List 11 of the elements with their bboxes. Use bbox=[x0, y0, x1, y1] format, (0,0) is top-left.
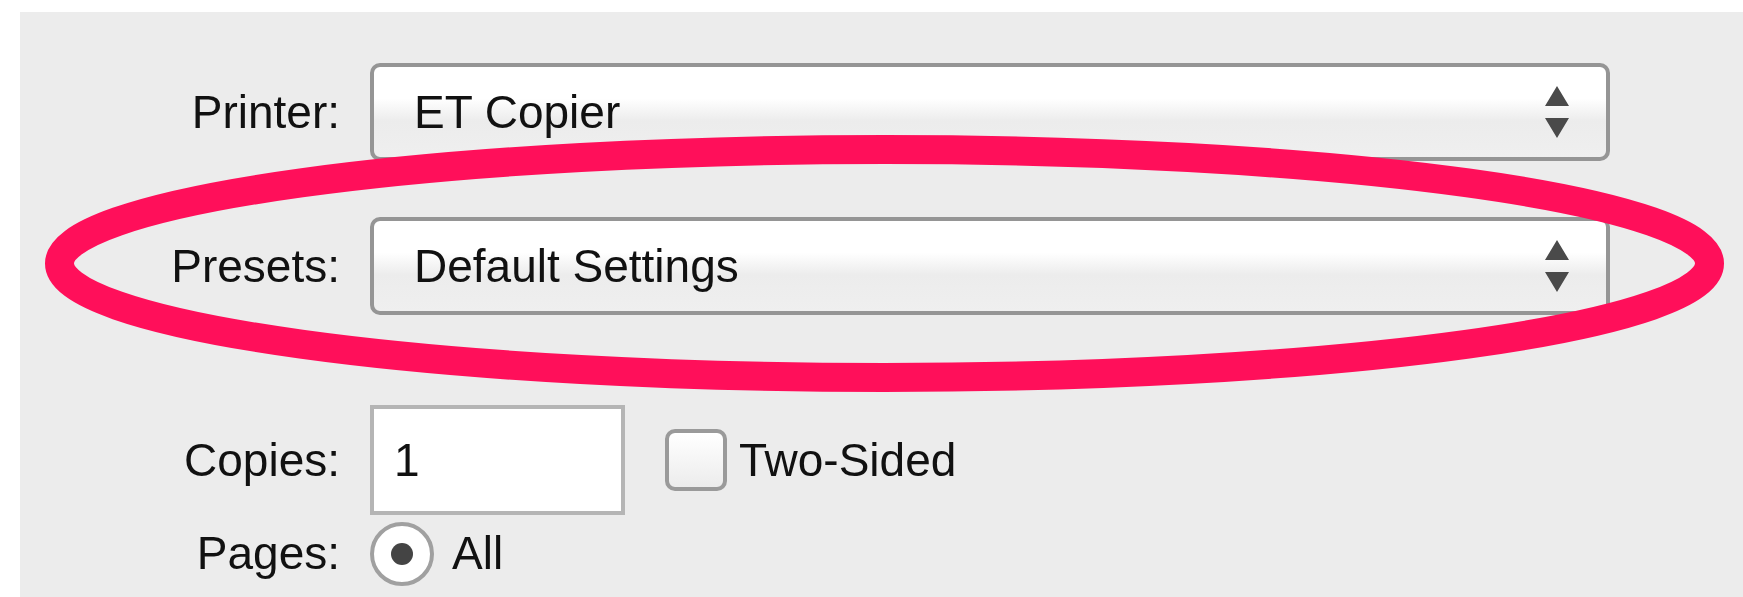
field-label: Pages: bbox=[195, 526, 340, 581]
stepper-arrows-icon bbox=[1544, 84, 1570, 140]
field-label: Printer: bbox=[190, 84, 340, 140]
dropdown[interactable]: Default Settings bbox=[370, 217, 1610, 315]
checkbox-label: Two-Sided bbox=[739, 432, 957, 488]
field-label: Presets: bbox=[170, 238, 340, 294]
checkbox[interactable] bbox=[665, 429, 727, 491]
field-label: Copies: bbox=[183, 432, 340, 488]
stepper-arrows-icon bbox=[1544, 238, 1570, 294]
radio-label: All bbox=[452, 526, 504, 581]
copies-field[interactable]: 1 bbox=[370, 405, 625, 515]
